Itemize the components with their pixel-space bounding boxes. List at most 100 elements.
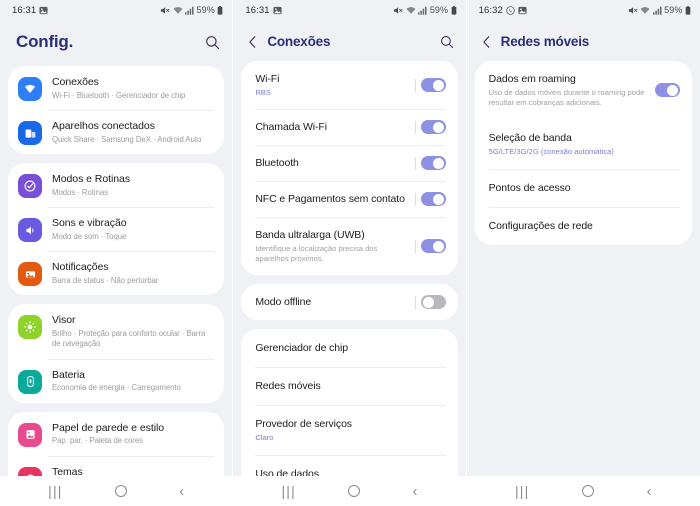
battery-icon: [451, 5, 457, 15]
settings-header: Config.: [0, 20, 233, 66]
home-button[interactable]: [114, 485, 127, 497]
back-chevron-icon[interactable]: [247, 35, 258, 49]
row-title: Seleção de banda: [488, 132, 572, 144]
android-navbar[interactable]: ||| ‹: [0, 476, 233, 506]
modes-icon: [18, 174, 42, 198]
item-title: Aparelhos conectados: [52, 120, 155, 132]
search-icon[interactable]: [440, 35, 454, 49]
sidebar-item-papel-de-parede-e-estilo[interactable]: Papel de parede e estilo Pap. par. · Pal…: [8, 412, 224, 456]
item-title: Modos e Rotinas: [52, 173, 131, 185]
row-subtitle: RBS: [255, 88, 271, 97]
back-icon: ‹: [412, 482, 418, 500]
item-title: Sons e vibração: [52, 217, 127, 229]
battery-icon: [217, 5, 223, 15]
android-navbar[interactable]: ||| ‹: [233, 476, 466, 506]
status-time: 16:32: [478, 4, 503, 16]
gallery-icon: [39, 6, 48, 15]
row-title: Bluetooth: [255, 157, 299, 169]
toggle-knob: [422, 296, 434, 308]
row-wifi[interactable]: Wi-Fi RBS: [241, 61, 457, 109]
dados-roaming-toggle[interactable]: [654, 83, 680, 97]
signal-icon: [418, 6, 427, 15]
item-title: Bateria: [52, 368, 85, 381]
bluetooth-toggle[interactable]: [420, 156, 446, 170]
battery-percent: 59%: [196, 5, 215, 15]
row-dados-em-roaming[interactable]: Dados em roaming Uso de dados móveis dur…: [475, 61, 692, 119]
sidebar-item-modos-e-rotinas[interactable]: Modos e Rotinas Modos · Rotinas: [8, 163, 224, 207]
row-title: Banda ultralarga (UWB): [255, 229, 365, 241]
row-bluetooth[interactable]: Bluetooth: [241, 145, 457, 181]
sidebar-item-notificacoes[interactable]: Notificações Barra de status · Não pertu…: [8, 251, 224, 295]
back-button[interactable]: ‹: [413, 484, 418, 499]
recents-button[interactable]: |||: [48, 484, 63, 498]
item-subtitle: Economia de energia · Carregamento: [52, 383, 181, 392]
sidebar-item-aparelhos-conectados[interactable]: Aparelhos conectados Quick Share · Samsu…: [8, 110, 224, 154]
row-redes-moveis[interactable]: Redes móveis: [241, 367, 457, 405]
back-chevron-icon[interactable]: [481, 35, 492, 49]
back-button[interactable]: ‹: [647, 484, 652, 499]
sidebar-item-sons-e-vibracao[interactable]: Sons e vibração Modo de som · Toque: [8, 207, 224, 251]
row-title: Chamada Wi-Fi: [255, 121, 327, 133]
row-title: Provedor de serviços: [255, 418, 352, 430]
recents-button[interactable]: |||: [281, 484, 296, 498]
sidebar-item-visor[interactable]: Visor Brilho · Proteção para conforto oc…: [8, 304, 224, 359]
divider: [414, 192, 416, 206]
row-subtitle: Uso de dados móveis durante o roaming po…: [488, 88, 645, 107]
item-subtitle: Modos · Rotinas: [52, 187, 109, 197]
android-navbar[interactable]: ||| ‹: [466, 476, 700, 506]
recents-icon: |||: [48, 483, 63, 499]
search-icon[interactable]: [205, 35, 220, 50]
home-icon: [348, 485, 361, 497]
conexoes-list[interactable]: Wi-Fi RBS Chamada Wi-Fi Bluetooth NFC e …: [233, 61, 465, 476]
wifi-icon: [173, 6, 183, 15]
redes-moveis-list[interactable]: Dados em roaming Uso de dados móveis dur…: [467, 61, 700, 476]
row-title: Uso de dados: [255, 468, 319, 476]
row-modo-offline[interactable]: Modo offline: [241, 284, 457, 320]
redes-moveis-header: Redes móveis: [466, 20, 700, 61]
recents-icon: |||: [514, 483, 530, 499]
item-subtitle: Pap. par. · Paleta de cores: [52, 436, 143, 445]
toggle-knob: [432, 121, 444, 133]
row-title: Redes móveis: [255, 380, 321, 392]
sound-icon: [18, 218, 42, 242]
nfc-toggle[interactable]: [420, 192, 446, 206]
divider: [414, 78, 416, 92]
sidebar-item-temas[interactable]: Temas: [8, 455, 224, 476]
recents-button[interactable]: |||: [515, 484, 530, 498]
back-button[interactable]: ‹: [179, 484, 184, 499]
phone-screen-settings: 16:31 59% Config. Conexões Wi-Fi · Bluet…: [0, 0, 234, 506]
toggle-knob: [666, 84, 678, 96]
item-subtitle: Barra de status · Não perturbar: [52, 275, 159, 285]
row-configuracoes-de-rede[interactable]: Configurações de rede: [475, 207, 692, 245]
chamada-wifi-toggle[interactable]: [420, 120, 446, 134]
row-uwb[interactable]: Banda ultralarga (UWB) Identifique a loc…: [241, 217, 457, 275]
battery-percent: 59%: [664, 5, 683, 15]
row-uso-de-dados[interactable]: Uso de dados: [241, 455, 457, 476]
row-subtitle: Claro: [255, 433, 274, 442]
sidebar-item-conexoes[interactable]: Conexões Wi-Fi · Bluetooth · Gerenciador…: [8, 66, 224, 110]
settings-group: Visor Brilho · Proteção para conforto oc…: [8, 304, 225, 403]
item-title: Notificações: [52, 261, 109, 273]
row-title: Dados em roaming: [488, 73, 576, 85]
mute-icon: [628, 6, 638, 15]
gallery-icon: [518, 6, 527, 15]
row-nfc[interactable]: NFC e Pagamentos sem contato: [241, 181, 457, 217]
row-pontos-de-acesso[interactable]: Pontos de acesso: [475, 169, 692, 207]
home-button[interactable]: [582, 485, 595, 497]
uwb-toggle[interactable]: [420, 239, 446, 253]
item-title: Conexões: [52, 76, 99, 88]
wifi-toggle[interactable]: [420, 78, 446, 92]
wifi-icon: [406, 6, 416, 15]
sidebar-item-bateria[interactable]: Bateria Economia de energia · Carregamen…: [8, 358, 224, 403]
row-selecao-de-banda[interactable]: Seleção de banda 5G/LTE/3G/2G (conexão a…: [475, 119, 692, 169]
wifi-icon: [18, 77, 42, 101]
row-provedor-de-servicos[interactable]: Provedor de serviços Claro: [241, 405, 457, 455]
settings-list[interactable]: Conexões Wi-Fi · Bluetooth · Gerenciador…: [0, 66, 232, 476]
row-chamada-wifi[interactable]: Chamada Wi-Fi: [241, 109, 457, 145]
modo-offline-toggle[interactable]: [420, 295, 446, 309]
row-gerenciador-de-chip[interactable]: Gerenciador de chip: [241, 329, 457, 367]
home-button[interactable]: [348, 485, 361, 497]
mute-icon: [393, 6, 403, 15]
divider: [414, 120, 416, 134]
three-phone-screenshots: 16:31 59% Config. Conexões Wi-Fi · Bluet…: [0, 0, 700, 506]
